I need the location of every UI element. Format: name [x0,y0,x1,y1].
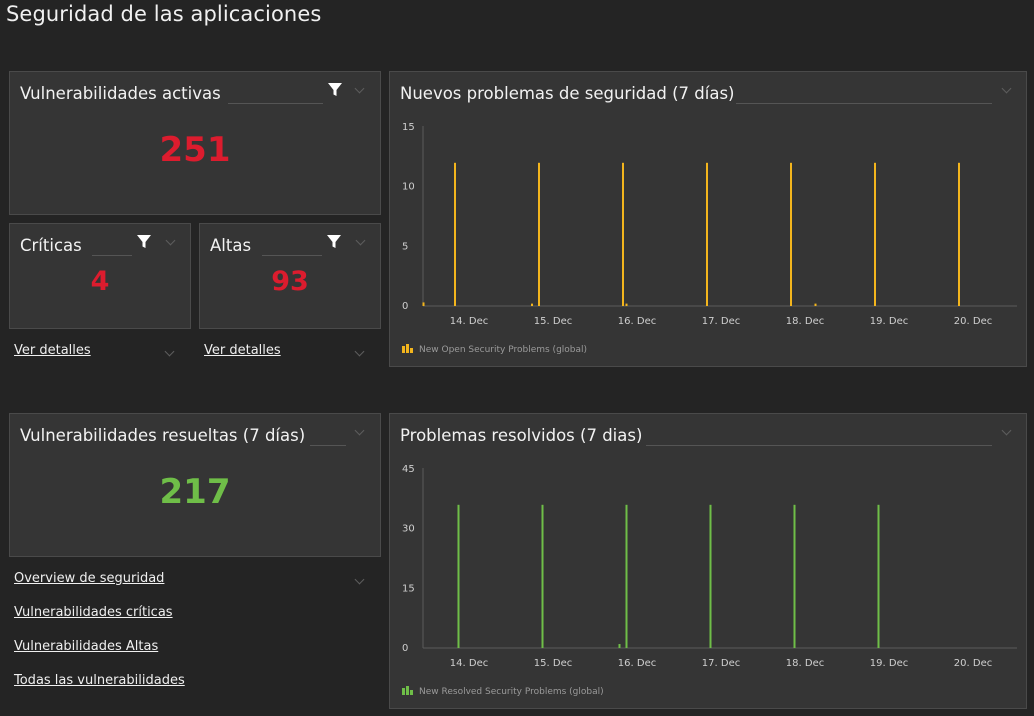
chart-bar[interactable] [531,303,533,306]
chart-bar[interactable] [618,644,621,648]
y-tick-label: 10 [402,182,415,193]
x-tick-label: 14. Dec [450,316,488,327]
legend[interactable]: New Open Security Problems (global) [402,344,587,355]
chart-bar[interactable] [625,504,628,648]
x-tick-label: 20. Dec [954,316,992,327]
tile-high[interactable]: Altas 93 [199,223,381,329]
link-high-vulnerabilities[interactable]: Vulnerabilidades Altas [14,639,158,654]
tile-resolved-vulnerabilities[interactable]: Vulnerabilidades resueltas (7 días) 217 [9,413,381,557]
chart-tile-new-problems[interactable]: Nuevos problemas de seguridad (7 días) 0… [389,71,1027,367]
resolved-problems-chart: 0 15 30 45 14. Dec 15. Dec 16. Dec 17. Dec 18. D… [402,464,1017,697]
filter-icon[interactable] [326,234,342,250]
tile-title: Vulnerabilidades resueltas (7 días) [20,426,306,445]
chevron-down-icon[interactable] [354,425,365,436]
x-tick-label: 17. Dec [702,316,740,327]
legend-swatch [402,346,405,353]
tile-active-vulnerabilities[interactable]: Vulnerabilidades activas 251 [9,71,381,215]
x-tick-label: 16. Dec [618,658,656,669]
legend-swatch [406,344,409,353]
chart-bar[interactable] [625,303,628,306]
x-tick-label: 19. Dec [870,658,908,669]
y-tick-label: 15 [402,122,415,133]
chart-bar[interactable] [622,162,624,306]
y-tick-label: 45 [402,464,415,475]
filter-icon[interactable] [136,234,152,250]
chevron-down-icon[interactable] [164,346,175,357]
legend-swatch [410,690,413,695]
y-tick-label: 30 [402,524,415,535]
x-tick-label: 16. Dec [618,316,656,327]
y-tick-label: 5 [402,241,408,252]
chart-bar[interactable] [709,504,712,648]
chevron-down-icon[interactable] [354,574,365,585]
link-all-vulnerabilities[interactable]: Todas las vulnerabilidades [14,673,185,688]
high-count: 93 [271,266,309,297]
tile-title: Vulnerabilidades activas [20,84,221,103]
x-tick-label: 14. Dec [450,658,488,669]
tile-title: Altas [210,236,252,255]
critical-count: 4 [90,266,110,297]
chart-bar[interactable] [877,504,880,648]
chart-bar[interactable] [422,302,425,306]
chevron-down-icon[interactable] [355,235,366,246]
active-vulnerabilities-count: 251 [159,130,231,170]
tile-critical[interactable]: Críticas 4 [9,223,191,329]
x-tick-label: 15. Dec [534,658,572,669]
chart-bar[interactable] [541,504,544,648]
chart-tile-resolved-problems[interactable]: Problemas resolvidos (7 dias) 0 15 30 45 14.… [389,413,1027,709]
new-problems-chart: 0 5 10 15 14. Dec 15. Dec 16. Dec 17. Dec 18. De… [402,122,1017,355]
legend-swatch [406,686,409,695]
filter-icon[interactable] [327,82,343,98]
resolved-vulnerabilities-count: 217 [159,472,231,512]
chart-bar[interactable] [874,162,876,306]
legend-label: New Resolved Security Problems (global) [419,687,604,697]
x-tick-label: 15. Dec [534,316,572,327]
legend[interactable]: New Resolved Security Problems (global) [402,686,604,697]
y-tick-label: 0 [402,301,408,312]
link-critical-vulnerabilities[interactable]: Vulnerabilidades críticas [14,605,173,620]
x-tick-label: 18. Dec [786,658,824,669]
chart-bar[interactable] [454,162,456,306]
legend-label: New Open Security Problems (global) [419,345,587,355]
x-tick-label: 19. Dec [870,316,908,327]
chart-bar[interactable] [958,162,960,306]
legend-swatch [402,688,405,695]
chart-bar[interactable] [706,162,708,306]
chart-bar[interactable] [538,162,540,306]
chevron-down-icon[interactable] [354,346,365,357]
critical-details-link[interactable]: Ver detalles [14,343,91,358]
chevron-down-icon[interactable] [165,235,176,246]
tile-title: Críticas [20,236,82,255]
link-security-overview[interactable]: Overview de seguridad [14,571,164,586]
legend-swatch [410,348,413,353]
chart-bar[interactable] [814,303,817,306]
page-title: Seguridad de las aplicaciones [6,2,322,26]
y-tick-label: 15 [402,583,415,594]
chart-bar[interactable] [457,504,460,648]
chevron-down-icon[interactable] [354,83,365,94]
x-tick-label: 20. Dec [954,658,992,669]
y-tick-label: 0 [402,643,408,654]
chart-bar[interactable] [793,504,796,648]
chart-bar[interactable] [790,162,792,306]
x-tick-label: 18. Dec [786,316,824,327]
x-tick-label: 17. Dec [702,658,740,669]
high-details-link[interactable]: Ver detalles [204,343,281,358]
